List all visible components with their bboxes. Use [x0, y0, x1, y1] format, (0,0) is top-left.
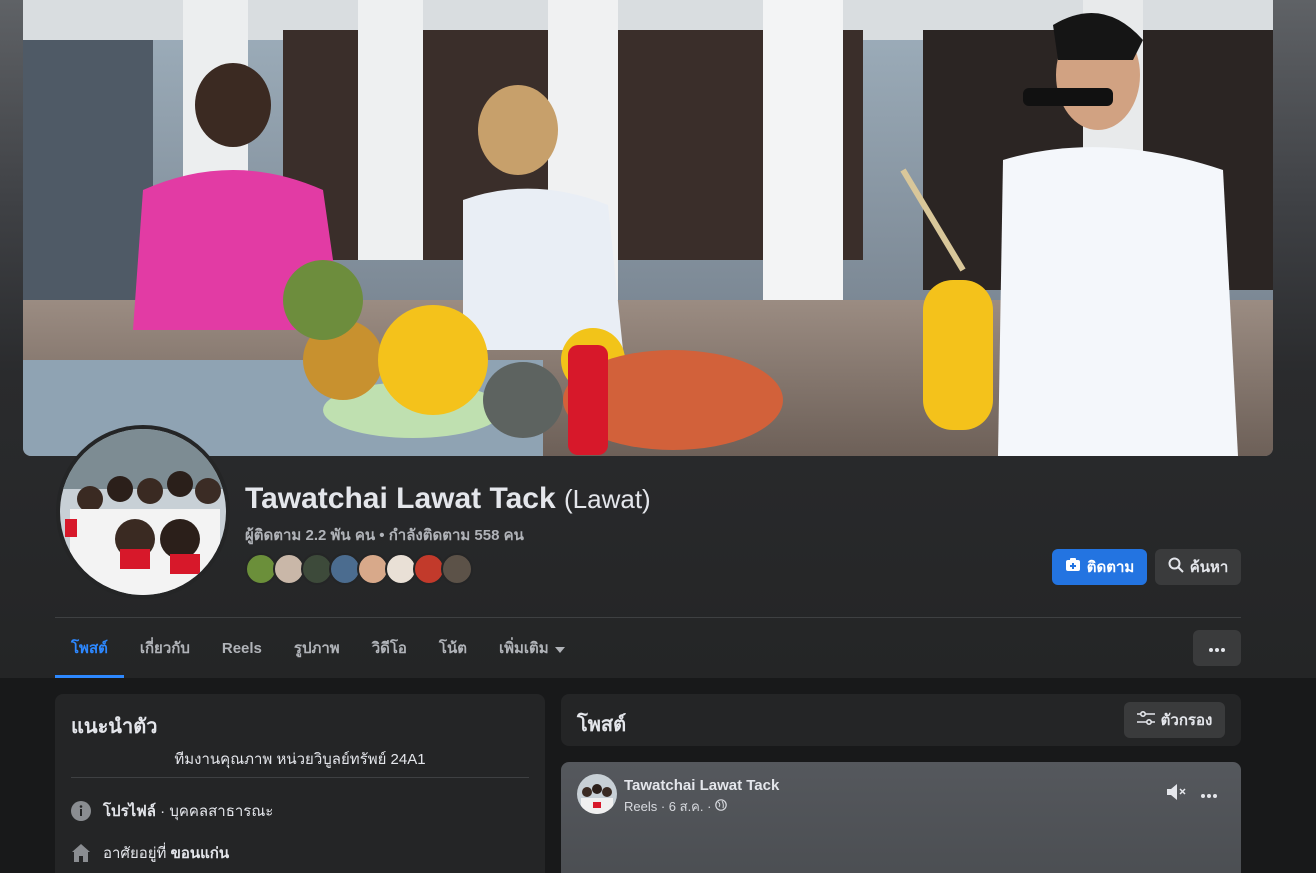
tab-posts[interactable]: โพสต์	[55, 618, 124, 678]
posts-title: โพสต์	[577, 714, 627, 736]
search-button[interactable]: ค้นหา	[1155, 549, 1241, 585]
globe-icon	[715, 799, 728, 814]
cover-photo[interactable]	[23, 0, 1273, 456]
intro-title: แนะนำตัว	[71, 716, 158, 738]
home-icon	[71, 843, 91, 863]
info-icon	[71, 801, 91, 821]
post-author-name[interactable]: Tawatchai Lawat Tack	[624, 777, 779, 794]
filter-button[interactable]: ตัวกรอง	[1124, 702, 1225, 738]
lives-value[interactable]: ขอนแก่น	[171, 845, 230, 862]
filter-icon	[1136, 710, 1155, 729]
more-horizontal-icon	[1209, 639, 1225, 657]
tab-label: โพสต์	[71, 640, 108, 657]
profile-label: โปรไฟล์	[103, 803, 156, 820]
post-author-avatar[interactable]	[577, 774, 617, 814]
follow-icon	[1065, 557, 1081, 577]
tab-videos[interactable]: วิดีโอ	[356, 618, 423, 678]
post-meta-text[interactable]: Reels · 6 ส.ค. ·	[624, 796, 711, 817]
search-icon	[1168, 557, 1184, 577]
tab-label: Reels	[221, 639, 262, 657]
profile-header: Tawatchai Lawat Tack (Lawat) ผู้ติดตาม 2…	[0, 0, 1316, 678]
profile-tabs: โพสต์ เกี่ยวกับ Reels รูปภาพ วิดีโอ โน้ต…	[55, 618, 581, 678]
tab-photos[interactable]: รูปภาพ	[278, 618, 356, 678]
profile-name: Tawatchai Lawat Tack (Lawat)	[245, 482, 651, 516]
profile-type: · บุคคลสาธารณะ	[156, 803, 274, 820]
intro-card: แนะนำตัว ทีมงานคุณภาพ หน่วยวิบูลย์ทรัพย์…	[55, 694, 545, 873]
profile-avatar[interactable]	[56, 425, 230, 599]
tab-more[interactable]: เพิ่มเติม	[483, 618, 581, 678]
post-meta: Reels · 6 ส.ค. ·	[624, 796, 728, 817]
post-card: Tawatchai Lawat Tack Reels · 6 ส.ค. ·	[561, 762, 1241, 873]
tab-reels[interactable]: Reels	[206, 618, 278, 678]
intro-bio: ทีมงานคุณภาพ หน่วยวิบูลย์ทรัพย์ 24A1	[174, 751, 426, 768]
speaker-muted-icon	[1166, 782, 1188, 807]
intro-divider	[71, 777, 529, 778]
tab-label: เกี่ยวกับ	[139, 640, 190, 657]
tab-about[interactable]: เกี่ยวกับ	[124, 618, 206, 678]
lives-label: อาศัยอยู่ที่	[103, 845, 171, 862]
mutual-followers[interactable]	[245, 553, 473, 585]
caret-down-icon	[554, 640, 565, 657]
tab-label: เพิ่มเติม	[498, 640, 549, 657]
tab-label: วิดีโอ	[371, 640, 407, 657]
follower-avatar[interactable]	[441, 553, 473, 585]
tab-notes[interactable]: โน้ต	[423, 618, 483, 678]
tab-label: รูปภาพ	[293, 640, 340, 657]
intro-profile-type: โปรไฟล์ · บุคคลสาธารณะ	[71, 799, 273, 823]
filter-label: ตัวกรอง	[1160, 712, 1213, 729]
more-horizontal-icon	[1201, 785, 1217, 803]
tab-label: โน้ต	[438, 640, 467, 657]
profile-alt-name: (Lawat)	[564, 484, 651, 514]
follow-label: ติดตาม	[1086, 559, 1135, 576]
search-label: ค้นหา	[1189, 559, 1229, 576]
post-options-button[interactable]	[1197, 782, 1221, 806]
follow-button[interactable]: ติดตาม	[1052, 549, 1147, 585]
posts-header: โพสต์ ตัวกรอง	[561, 694, 1241, 746]
profile-name-text: Tawatchai Lawat Tack	[245, 482, 556, 515]
intro-lives-in: อาศัยอยู่ที่ ขอนแก่น	[71, 841, 229, 865]
profile-options-button[interactable]	[1193, 630, 1241, 666]
mute-button[interactable]	[1165, 782, 1189, 806]
follower-stats[interactable]: ผู้ติดตาม 2.2 พัน คน • กำลังติดตาม 558 ค…	[245, 523, 524, 547]
